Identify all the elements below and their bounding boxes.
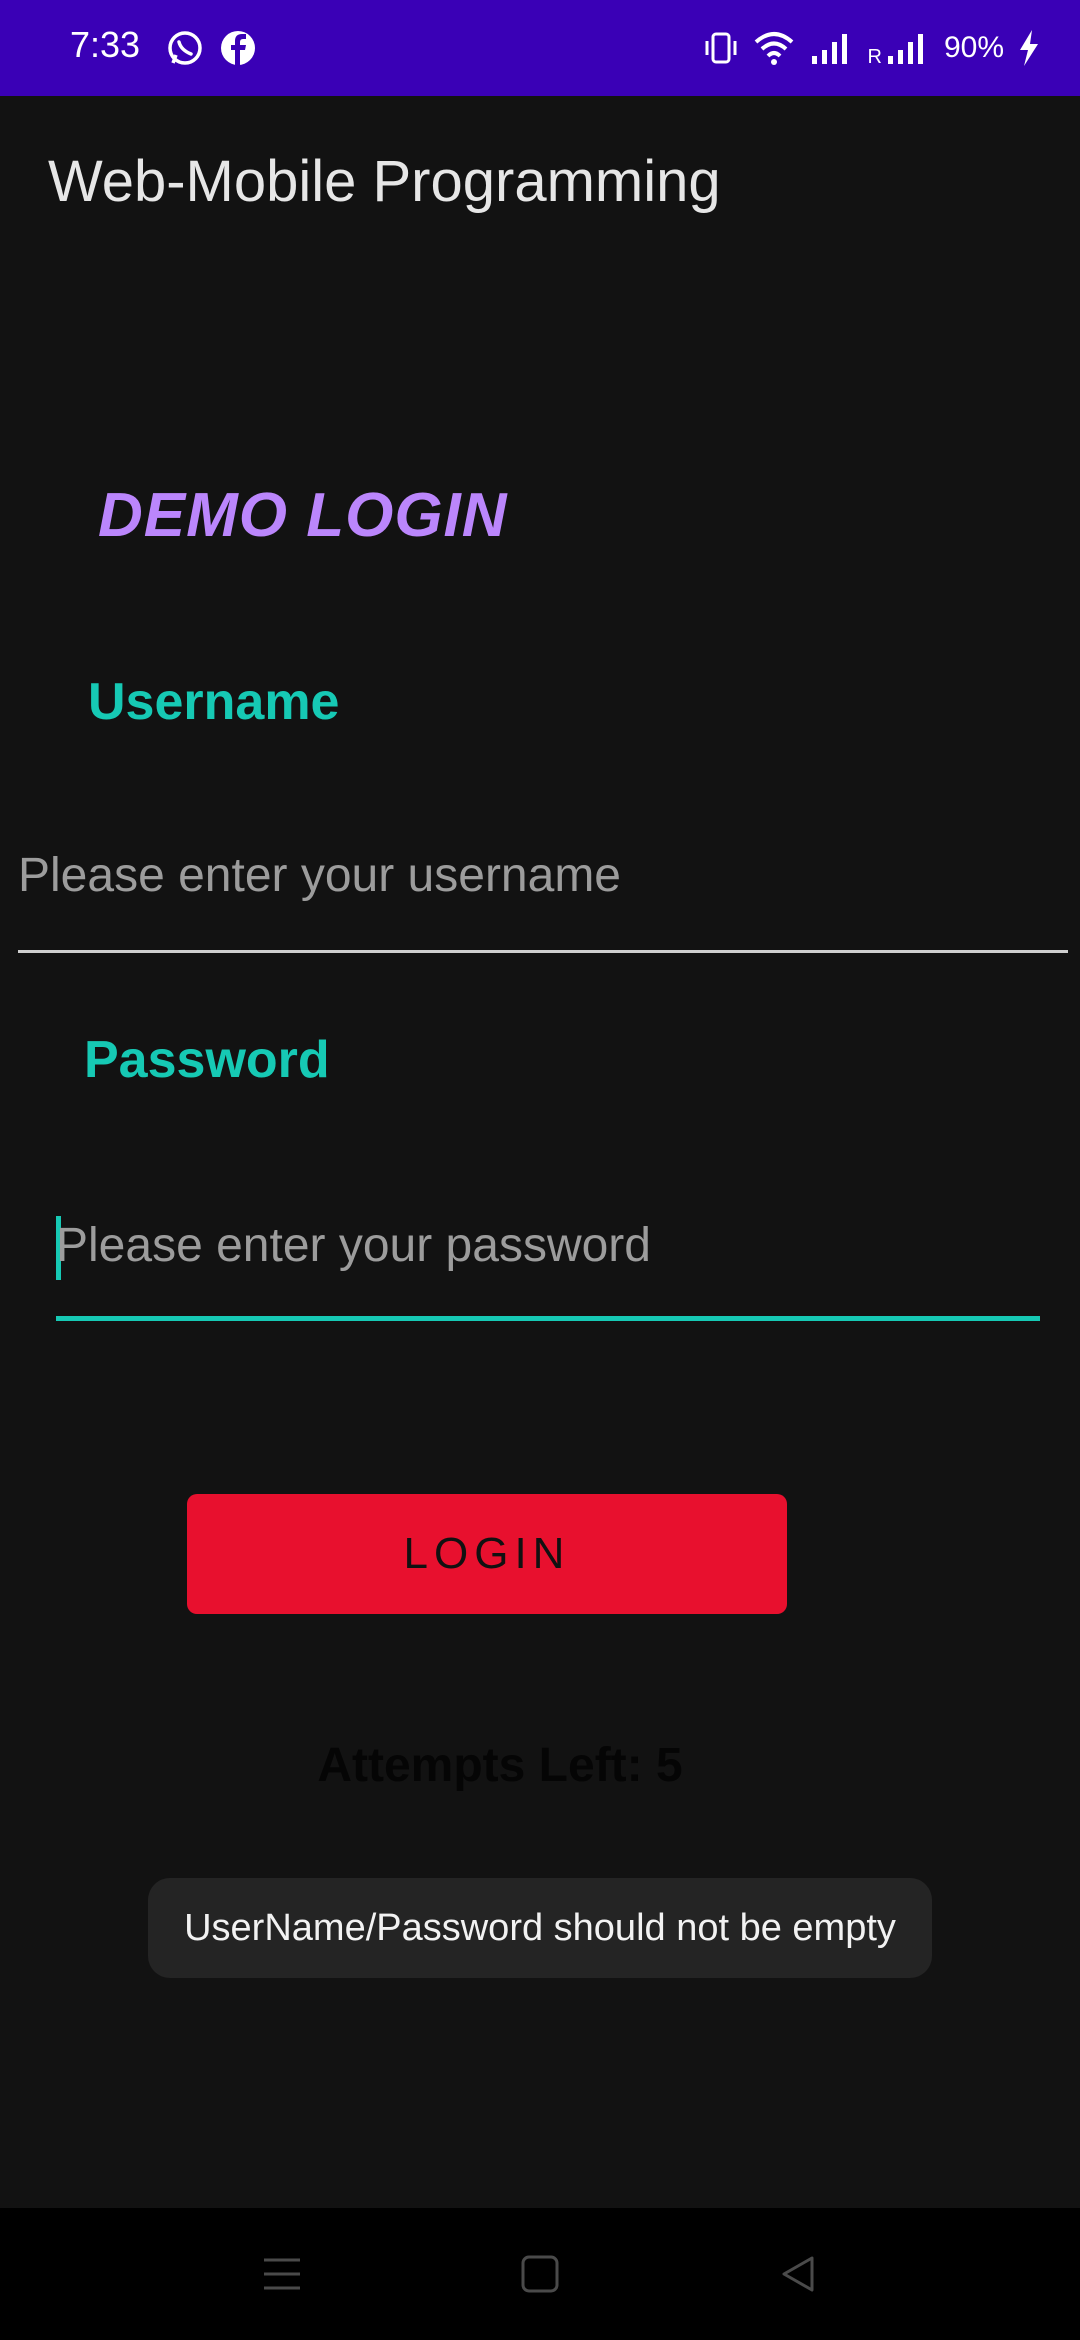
back-button[interactable]: [738, 2208, 858, 2340]
password-placeholder: Please enter your password: [56, 1219, 651, 1272]
menu-icon: [264, 2258, 300, 2290]
roaming-signal-icon: [887, 34, 923, 64]
signal-icon: [811, 34, 847, 64]
toast-message: UserName/Password should not be empty: [148, 1878, 932, 1978]
facebook-icon: [221, 31, 255, 65]
battery-percent: 90%: [943, 31, 1004, 64]
demo-login-heading: DEMO LOGIN: [98, 481, 508, 550]
username-label: Username: [88, 673, 340, 731]
vibrate-icon: [705, 32, 736, 64]
whatsapp-icon: [168, 31, 202, 65]
username-placeholder: Please enter your username: [18, 849, 621, 902]
password-label: Password: [84, 1031, 330, 1089]
status-icons: R 90%: [704, 20, 1041, 76]
login-button[interactable]: LOGIN: [187, 1494, 787, 1614]
charging-icon: [1020, 30, 1038, 66]
back-icon: [782, 2256, 814, 2292]
menu-button[interactable]: [222, 2208, 342, 2340]
app-title: Web-Mobile Programming: [48, 149, 721, 214]
password-input[interactable]: Please enter your password: [56, 1210, 1040, 1321]
app-bar: Web-Mobile Programming: [0, 96, 1080, 266]
home-icon: [521, 2255, 559, 2293]
status-time: 7:33: [70, 24, 141, 65]
username-input[interactable]: Please enter your username: [18, 840, 1068, 953]
roaming-label: R: [867, 45, 882, 68]
home-button[interactable]: [480, 2208, 600, 2340]
status-bar: 7:33 R 90%: [0, 0, 1080, 96]
navigation-bar: [0, 2208, 1080, 2340]
attempts-left-text: Attempts Left: 5: [317, 1739, 683, 1792]
wifi-icon: [754, 32, 793, 65]
